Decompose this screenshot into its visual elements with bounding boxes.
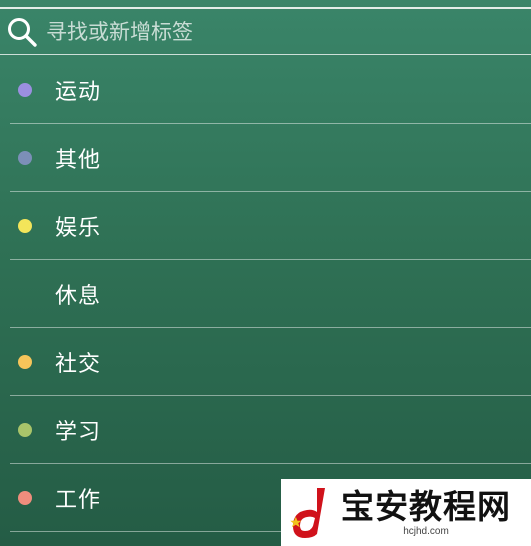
tag-label: 社交 [55, 351, 102, 377]
tag-item-sports[interactable]: 运动 [10, 56, 531, 124]
tag-item-social[interactable]: 社交 [10, 328, 531, 396]
tag-item-rest[interactable]: 休息 [10, 260, 531, 328]
tag-color-dot [18, 422, 32, 437]
tag-label: 其他 [55, 147, 102, 173]
tag-list: 运动 其他 娱乐 休息 社交 学习 工作 [10, 56, 531, 532]
watermark-title: 宝安教程网 [341, 486, 511, 526]
tag-color-dot [18, 82, 32, 97]
watermark-domain: hcjhd.com [403, 525, 449, 537]
tag-label: 工作 [55, 487, 102, 513]
tag-label: 休息 [55, 283, 102, 309]
tag-color-dot [18, 354, 32, 369]
site-watermark: 宝安教程网 hcjhd.com [281, 479, 531, 546]
tag-color-dot [18, 218, 32, 233]
search-icon[interactable] [6, 16, 38, 48]
tag-color-dot [18, 490, 32, 505]
search-input[interactable] [46, 13, 531, 50]
tag-label: 学习 [55, 419, 102, 445]
tag-item-entertainment[interactable]: 娱乐 [10, 192, 531, 260]
tag-item-study[interactable]: 学习 [10, 396, 531, 464]
watermark-logo-icon [287, 484, 337, 542]
tag-item-other[interactable]: 其他 [10, 124, 531, 192]
tag-label: 运动 [55, 79, 102, 105]
tag-color-dot [18, 287, 32, 301]
tag-color-dot [18, 150, 32, 165]
search-bar [0, 9, 531, 55]
tag-label: 娱乐 [55, 215, 102, 241]
